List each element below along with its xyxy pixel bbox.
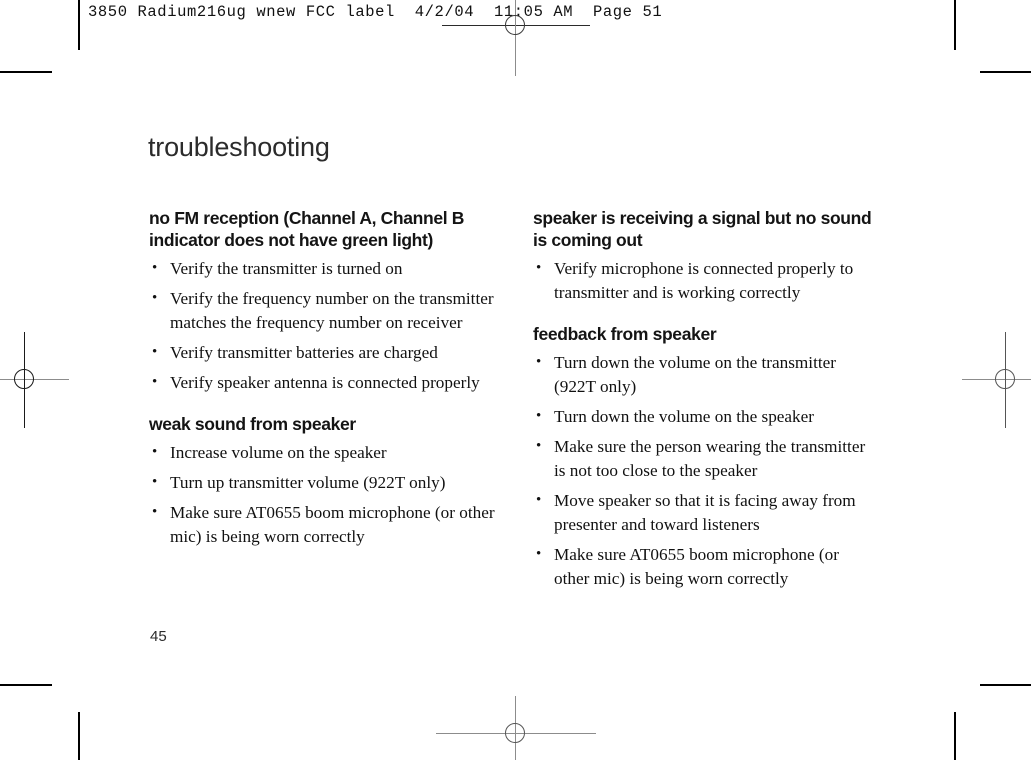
list-item: Turn down the volume on the transmitter …: [533, 350, 878, 399]
list-item: Make sure AT0655 boom microphone (or oth…: [533, 542, 878, 591]
content-column-left: no FM reception (Channel A, Channel B in…: [149, 207, 499, 555]
crop-mark-top-right-vertical: [954, 0, 956, 50]
crop-mark-bottom-right-horizontal: [980, 684, 1031, 686]
crop-mark-bottom-left-vertical: [78, 712, 80, 760]
bullet-list: Increase volume on the speaker Turn up t…: [149, 440, 499, 549]
registration-mark-top: [442, 0, 590, 76]
list-item: Move speaker so that it is facing away f…: [533, 488, 878, 537]
registration-left-horizontal: [0, 379, 69, 381]
list-item: Increase volume on the speaker: [149, 440, 499, 465]
proof-header-text: 3850 Radium216ug wnew FCC label 4/2/04 1…: [88, 3, 663, 21]
section-heading: weak sound from speaker: [149, 414, 356, 434]
crop-mark-top-left-vertical: [78, 0, 80, 50]
section-heading: no FM reception (Channel A, Channel B in…: [149, 208, 465, 250]
page-number: 45: [150, 628, 167, 645]
crop-mark-bottom-right-vertical: [954, 712, 956, 760]
bullet-list: Verify the transmitter is turned on Veri…: [149, 256, 499, 395]
section-weak-sound-from-speaker: weak sound from speaker Increase volume …: [149, 413, 499, 549]
list-item: Make sure AT0655 boom microphone (or oth…: [149, 500, 499, 549]
section-no-fm-reception: no FM reception (Channel A, Channel B in…: [149, 207, 499, 395]
list-item: Make sure the person wearing the transmi…: [533, 434, 878, 483]
section-heading: speaker is receiving a signal but no sou…: [533, 208, 872, 250]
proof-page: 3850 Radium216ug wnew FCC label 4/2/04 1…: [0, 0, 1031, 760]
bullet-list: Turn down the volume on the transmitter …: [533, 350, 878, 591]
registration-bottom-circle: [505, 723, 525, 743]
list-item: Verify the transmitter is turned on: [149, 256, 499, 281]
list-item: Verify speaker antenna is connected prop…: [149, 370, 499, 395]
content-column-right: speaker is receiving a signal but no sou…: [533, 207, 878, 597]
registration-left-circle: [14, 369, 34, 389]
registration-top-vertical: [515, 0, 517, 76]
list-item: Verify microphone is connected properly …: [533, 256, 878, 305]
section-feedback-from-speaker: feedback from speaker Turn down the volu…: [533, 323, 878, 591]
registration-mark-right: [962, 332, 1031, 428]
crop-mark-top-right-horizontal: [980, 71, 1031, 73]
list-item: Turn up transmitter volume (922T only): [149, 470, 499, 495]
list-item: Turn down the volume on the speaker: [533, 404, 878, 429]
registration-mark-bottom: [436, 696, 596, 760]
page-title: troubleshooting: [148, 132, 330, 163]
bullet-list: Verify microphone is connected properly …: [533, 256, 878, 305]
registration-mark-left: [0, 332, 69, 428]
list-item: Verify the frequency number on the trans…: [149, 286, 499, 335]
registration-right-circle: [995, 369, 1015, 389]
section-speaker-receiving-signal: speaker is receiving a signal but no sou…: [533, 207, 878, 305]
registration-top-circle: [505, 15, 525, 35]
list-item: Verify transmitter batteries are charged: [149, 340, 499, 365]
crop-mark-bottom-left-horizontal: [0, 684, 52, 686]
crop-mark-top-left-horizontal: [0, 71, 52, 73]
section-heading: feedback from speaker: [533, 324, 717, 344]
